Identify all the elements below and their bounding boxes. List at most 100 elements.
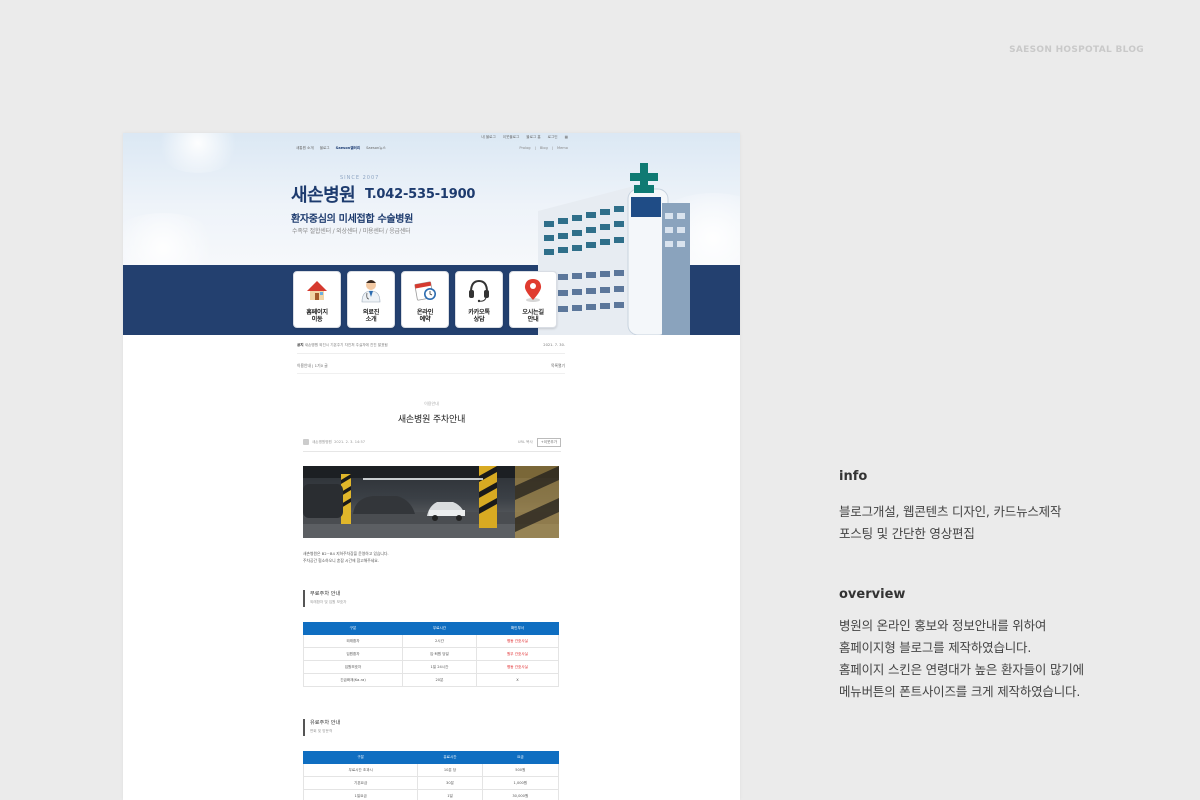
home-icon — [307, 281, 327, 300]
menu-doctors-button[interactable]: 의료진 소개 — [347, 271, 395, 328]
nav-my-blog[interactable]: 내 블로그 — [481, 135, 495, 140]
hospital-slogan: 환자중심의 미세접합 수술병원 — [291, 214, 414, 225]
table-header: 확인부서 — [475, 622, 560, 635]
nav-news[interactable]: Saeson뉴스 — [366, 146, 386, 151]
notice-date: 2021. 7. 30. — [543, 343, 565, 347]
intro-line: 새손병원은 B2~B4 지하주차장을 운영하고 있습니다. — [303, 551, 389, 556]
paid-parking-section-title: 유료주차 안내 면회 및 방문객 — [303, 719, 340, 736]
table-row: 1일요금 1일 30,000원 — [302, 789, 560, 800]
overview-heading: overview — [839, 587, 906, 602]
hospital-centers: 수족부 절합센터 / 외상센터 / 미용센터 / 응급센터 — [292, 228, 411, 235]
portfolio-brand-tag: SAESON HOSPOTAL BLOG — [1009, 45, 1144, 55]
post-title: 새손병원 주차안내 — [397, 415, 466, 425]
table-header: 요금 — [481, 751, 560, 764]
table-row: 무료시간 초과시 10분 당 500원 — [302, 763, 560, 777]
list-toggle-link[interactable]: 목록열기 — [551, 363, 565, 369]
category-bar: 이용안내 | 1기0 글 목록열기 — [297, 363, 565, 369]
free-parking-section-title: 무료주차 안내 외래환자 및 입원 보호자 — [303, 590, 347, 607]
menu-label: 온라인 예약 — [416, 309, 434, 324]
post-meta: 새손병원병원 2021. 2. 3. 14:57 URL 복사 +이웃추가 — [303, 438, 561, 447]
table-cell: 30분 — [417, 776, 483, 790]
table-cell: 병동 간호사실 — [475, 634, 560, 648]
table-cell: 1,000원 — [481, 776, 560, 790]
headset-icon — [469, 279, 489, 303]
post-date: 2021. 2. 3. 14:57 — [334, 440, 366, 444]
menu-label: 홈페이지 이동 — [306, 309, 328, 324]
menu-label: 오시는길 안내 — [522, 309, 544, 324]
divider — [297, 353, 565, 354]
table-cell: 입원환자 — [303, 647, 403, 661]
table-header: 구분 — [303, 622, 403, 635]
hospital-phone: T.042-535-1900 — [365, 187, 476, 202]
table-cell: 30,000원 — [481, 789, 560, 800]
menu-homepage-button[interactable]: 홈페이지 이동 — [293, 271, 341, 328]
grid-menu-icon[interactable]: ▦ — [565, 135, 568, 140]
nav-login[interactable]: 로그인 — [548, 135, 558, 140]
free-parking-table: 구분 무료시간 확인부서 외래환자 2시간 병동 간호사실 입원환자 입·퇴원 … — [303, 622, 560, 687]
table-cell: 20분 — [401, 673, 477, 687]
post-category[interactable]: 이용안내 — [123, 401, 740, 407]
nav-gallery[interactable]: Saeson갤러리 — [336, 146, 361, 151]
menu-directions-button[interactable]: 오시는길 안내 — [509, 271, 557, 328]
hospital-name: 새손병원 — [291, 185, 356, 206]
table-cell: 1일요금 — [302, 789, 419, 800]
info-heading: info — [839, 469, 868, 484]
menu-reservation-button[interactable]: 온라인 예약 — [401, 271, 449, 328]
blog-view-nav: Prolog | Blog | Memo — [519, 146, 568, 150]
hospital-building-image — [538, 163, 690, 335]
table-row: 기본요금 30분 1,000원 — [302, 776, 560, 790]
nav-blog[interactable]: 블로그 — [320, 146, 330, 151]
avatar[interactable] — [303, 439, 309, 445]
notice-text[interactable]: 새손병원 외진시 기온주기 자진처 주실자에 진진 발표됨 — [305, 343, 388, 347]
table-cell: 1일 24시간 — [401, 660, 477, 674]
intro-line: 주차공간 협소하오니 혼잡 시간에 참고해주세요. — [303, 557, 379, 563]
divider — [297, 373, 565, 374]
add-neighbor-button[interactable]: +이웃추가 — [536, 438, 561, 447]
paid-parking-table: 구분 유료시간 요금 무료시간 초과시 10분 당 500원 기본요금 30분 … — [302, 751, 560, 800]
notice-label: 공지 — [297, 343, 304, 347]
info-text: 블로그개설, 웹콘텐츠 디자인, 카드뉴스제작 포스팅 및 간단한 영상편집 — [839, 504, 1062, 541]
blog-category-nav: 새통원 소개 블로그 Saeson갤러리 Saeson뉴스 — [296, 146, 386, 151]
calendar-icon — [414, 281, 436, 301]
table-cell: 병동 간호사실 — [475, 660, 560, 674]
category-count[interactable]: 이용안내 | 1기0 글 — [297, 363, 328, 368]
table-cell: 500원 — [481, 763, 560, 777]
table-cell: 10분 당 — [417, 763, 483, 777]
menu-label: 카카오톡 상담 — [468, 309, 490, 324]
section-subtitle: 외래환자 및 입원 보호자 — [310, 600, 347, 604]
blog-mockup: 내 블로그 이웃블로그 블로그 홈 로그인 ▦ 새통원 소개 블로그 Saeso… — [123, 133, 740, 800]
table-cell: 기본요금 — [302, 776, 419, 790]
location-pin-icon — [524, 279, 542, 302]
nav-prolog[interactable]: Prolog — [519, 146, 530, 150]
post-intro: 새손병원은 B2~B4 지하주차장을 운영하고 있습니다. 주차공간 협소하오니… — [303, 551, 389, 564]
top-utility-nav: 내 블로그 이웃블로그 블로그 홈 로그인 ▦ — [481, 135, 568, 140]
nav-memo[interactable]: Memo — [557, 146, 568, 150]
table-header: 유료시간 — [417, 751, 483, 764]
table-cell: 1일 — [417, 789, 483, 800]
overview-text: 병원의 온라인 홍보와 정보안내를 위하여 홈페이지형 블로그를 제작하였습니다… — [839, 618, 1084, 699]
table-row: 입원보호자 1일 24시간 병동 간호사실 — [303, 660, 560, 674]
nav-neighbor-blog[interactable]: 이웃블로그 — [503, 135, 520, 140]
table-cell: 입·퇴원 당일 — [401, 647, 477, 661]
notice-bar[interactable]: 공지 새손병원 외진시 기온주기 자진처 주실자에 진진 발표됨 2021. 7… — [297, 343, 565, 348]
doctor-icon — [361, 280, 381, 303]
divider — [303, 451, 561, 452]
parking-garage-photo — [303, 466, 559, 538]
table-row: 입원환자 입·퇴원 당일 원무 간호사실 — [303, 647, 560, 661]
nav-blog-home[interactable]: 블로그 홈 — [526, 135, 540, 140]
table-cell: 2시간 — [401, 634, 477, 648]
section-heading: 유료주차 안내 — [310, 720, 341, 726]
post-author[interactable]: 새손병원병원 — [312, 440, 332, 444]
table-cell: 외래환자 — [303, 634, 403, 648]
table-row: 긴급화재(Ka-ra) 20분 X — [303, 673, 560, 687]
nav-blog-view[interactable]: Blog — [540, 146, 548, 150]
table-cell: 긴급화재(Ka-ra) — [303, 673, 403, 687]
table-header: 무료시간 — [401, 622, 477, 635]
menu-label: 의료진 소개 — [362, 309, 380, 324]
url-copy-button[interactable]: URL 복사 — [518, 440, 533, 445]
table-row: 외래환자 2시간 병동 간호사실 — [303, 634, 560, 648]
section-heading: 무료주차 안내 — [310, 591, 341, 597]
section-subtitle: 면회 및 방문객 — [310, 729, 333, 733]
menu-kakao-button[interactable]: 카카오톡 상담 — [455, 271, 503, 328]
nav-about[interactable]: 새통원 소개 — [296, 146, 314, 151]
